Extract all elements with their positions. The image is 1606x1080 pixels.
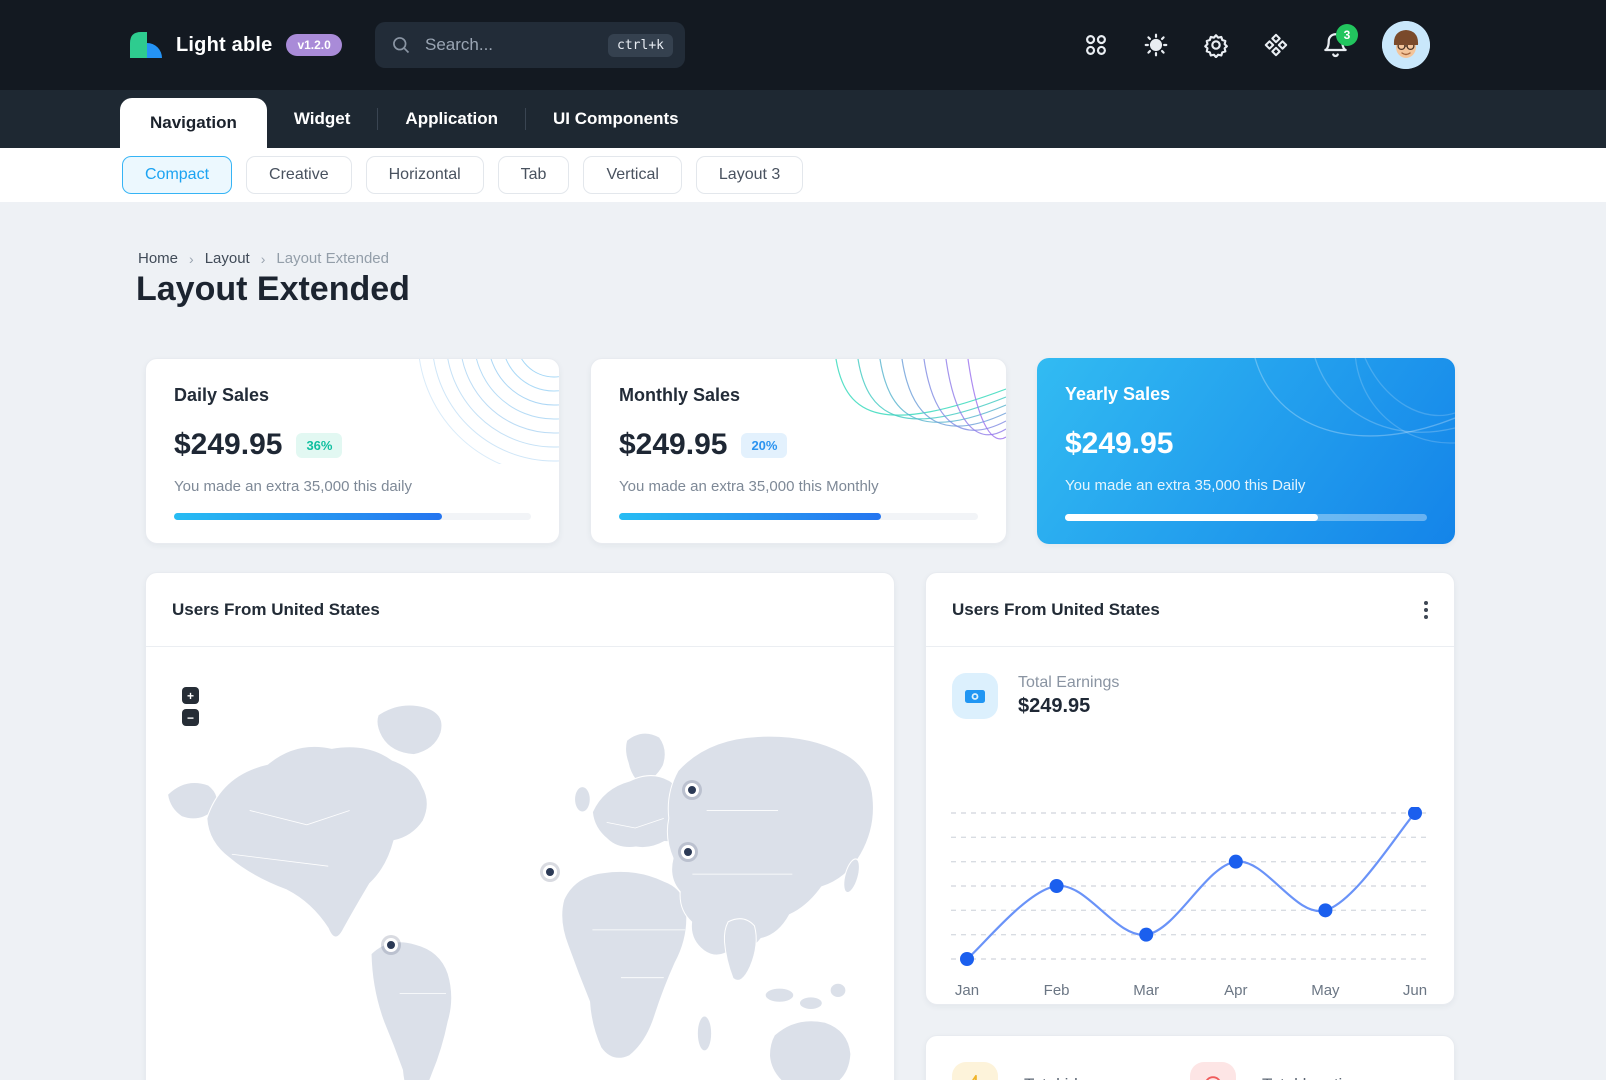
pill-vertical[interactable]: Vertical	[583, 156, 681, 194]
page: Light able v1.2.0 ctrl+k	[0, 0, 1606, 1080]
chevron-right-icon: ›	[189, 251, 194, 267]
progress-bar	[619, 513, 978, 520]
search-input[interactable]	[423, 34, 608, 56]
card-amount: $249.95	[619, 428, 727, 462]
map-marker-russia[interactable]	[685, 783, 699, 797]
breadcrumb-home[interactable]: Home	[138, 250, 178, 267]
diamonds-icon[interactable]	[1262, 32, 1289, 59]
percent-badge: 20%	[741, 433, 787, 458]
earnings-card-title: Users From United States	[952, 600, 1160, 620]
pill-creative[interactable]: Creative	[246, 156, 352, 194]
tab-navigation[interactable]: Navigation	[120, 98, 267, 148]
map-marker-brazil[interactable]	[384, 938, 398, 952]
card-title: Yearly Sales	[1065, 384, 1427, 405]
pill-horizontal[interactable]: Horizontal	[366, 156, 484, 194]
card-caption: You made an extra 35,000 this daily	[174, 478, 531, 495]
map-card-title: Users From United States	[172, 600, 380, 620]
breadcrumb: Home › Layout › Layout Extended	[138, 250, 389, 267]
total-location-label: Total location	[1262, 1075, 1361, 1080]
map-marker-egypt[interactable]	[543, 865, 557, 879]
progress-bar	[1065, 514, 1427, 521]
pill-vertical-label: Vertical	[606, 166, 658, 184]
bolt-icon	[952, 1062, 998, 1080]
card-amount: $249.95	[174, 428, 282, 462]
pill-tab[interactable]: Tab	[498, 156, 570, 194]
monthly-sales-card: Monthly Sales $249.95 20% You made an ex…	[590, 358, 1007, 544]
tab-application[interactable]: Application	[378, 90, 525, 148]
world-map-image	[164, 691, 878, 1080]
search-icon	[391, 35, 411, 55]
pill-tab-label: Tab	[521, 166, 547, 184]
subnav-pills-bar: Compact Creative Horizontal Tab Vertical…	[0, 148, 1606, 202]
users-map-card: Users From United States + −	[145, 572, 895, 1080]
search-shortcut: ctrl+k	[608, 34, 673, 57]
x-tick-label: Apr	[1224, 982, 1247, 999]
x-tick-label: Mar	[1133, 982, 1159, 999]
cash-icon	[952, 673, 998, 719]
tab-application-label: Application	[405, 109, 498, 129]
apps-grid-icon[interactable]	[1082, 32, 1109, 59]
card-amount: $249.95	[1065, 427, 1173, 461]
percent-badge: 36%	[296, 433, 342, 458]
totals-card: Total ideas Total location	[925, 1035, 1455, 1080]
sun-icon[interactable]	[1142, 32, 1169, 59]
gear-icon[interactable]	[1202, 32, 1229, 59]
yearly-sales-card: Yearly Sales $249.95 You made an extra 3…	[1037, 358, 1455, 544]
pill-layout-3[interactable]: Layout 3	[696, 156, 803, 194]
pill-horizontal-label: Horizontal	[389, 166, 461, 184]
total-location-item: Total location	[1190, 1062, 1428, 1080]
line-chart	[951, 807, 1431, 969]
world-map: + −	[146, 647, 894, 1080]
bell-icon[interactable]: 3	[1322, 32, 1349, 59]
breadcrumb-layout[interactable]: Layout	[205, 250, 250, 267]
avatar[interactable]	[1382, 21, 1430, 69]
tab-widget-label: Widget	[294, 109, 351, 129]
x-tick-label: Feb	[1044, 982, 1070, 999]
chevron-right-icon: ›	[261, 251, 266, 267]
x-tick-label: Jun	[1403, 982, 1427, 999]
pill-layout-3-label: Layout 3	[719, 166, 780, 184]
brand[interactable]: Light able v1.2.0	[128, 0, 342, 90]
logo-icon	[128, 30, 162, 60]
page-title: Layout Extended	[136, 270, 410, 309]
top-header: Light able v1.2.0 ctrl+k	[0, 0, 1606, 90]
card-title: Monthly Sales	[619, 385, 978, 406]
kebab-menu-icon[interactable]	[1424, 601, 1428, 619]
pill-creative-label: Creative	[269, 166, 329, 184]
arcs-decoration	[1195, 358, 1455, 488]
notification-badge: 3	[1336, 24, 1358, 46]
tab-ui-components[interactable]: UI Components	[526, 90, 706, 148]
chart-x-axis-labels: Jan Feb Mar Apr May Jun	[926, 982, 1454, 1002]
breadcrumb-current: Layout Extended	[276, 250, 389, 267]
card-title: Daily Sales	[174, 385, 531, 406]
card-caption: You made an extra 35,000 this Monthly	[619, 478, 978, 495]
tab-ui-components-label: UI Components	[553, 109, 679, 129]
earnings-label: Total Earnings	[1018, 674, 1119, 692]
target-icon	[1190, 1062, 1236, 1080]
progress-bar	[174, 513, 531, 520]
version-badge: v1.2.0	[286, 34, 341, 56]
x-tick-label: May	[1311, 982, 1339, 999]
tab-widget[interactable]: Widget	[267, 90, 378, 148]
header-icons: 3	[1082, 0, 1430, 90]
nav-tabs-bar: Navigation Widget Application UI Compone…	[0, 90, 1606, 148]
total-ideas-label: Total ideas	[1024, 1075, 1105, 1080]
earnings-value: $249.95	[1018, 695, 1119, 718]
pill-compact-label: Compact	[145, 166, 209, 184]
search-box[interactable]: ctrl+k	[375, 22, 685, 68]
card-caption: You made an extra 35,000 this Daily	[1065, 477, 1427, 494]
x-tick-label: Jan	[955, 982, 979, 999]
total-ideas-item: Total ideas	[952, 1062, 1190, 1080]
brand-name: Light able	[176, 34, 272, 57]
daily-sales-card: Daily Sales $249.95 36% You made an extr…	[145, 358, 560, 544]
tab-navigation-label: Navigation	[150, 113, 237, 133]
users-earnings-card: Users From United States Total Earnings …	[925, 572, 1455, 1005]
pill-compact[interactable]: Compact	[122, 156, 232, 194]
